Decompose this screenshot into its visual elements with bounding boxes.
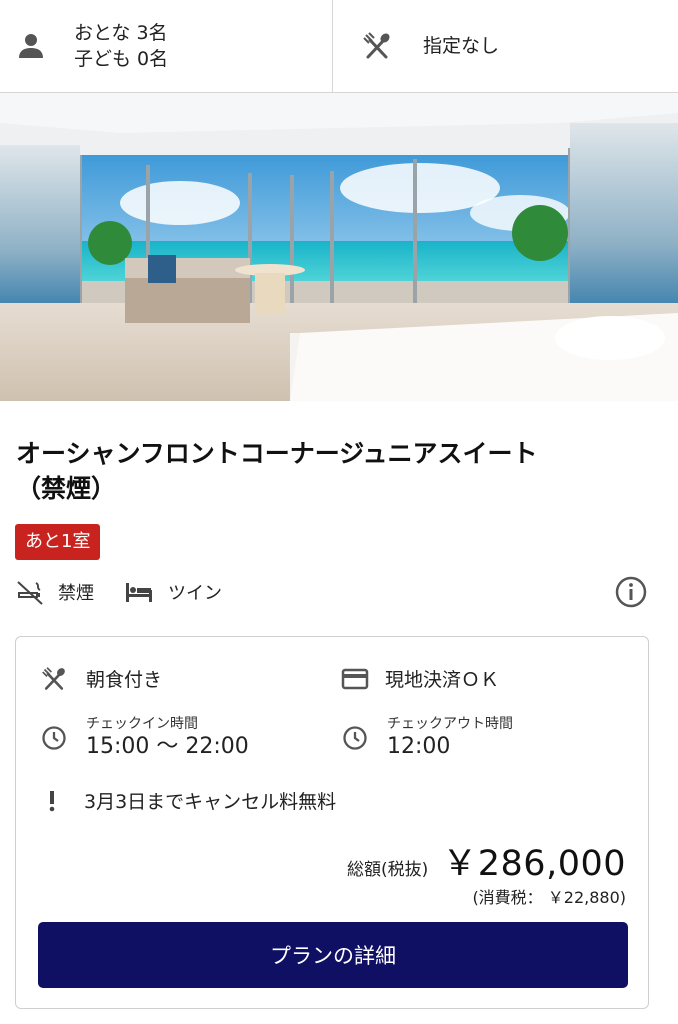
- plan-detail-button[interactable]: プランの詳細: [38, 922, 628, 988]
- total-price-row: 総額(税抜) ￥286,000: [347, 835, 626, 886]
- meal-label: 朝食付き: [86, 669, 163, 691]
- info-icon: [614, 575, 648, 609]
- guest-count-selector[interactable]: おとな 3名 子ども 0名: [0, 0, 333, 92]
- exclamation-icon: [42, 789, 62, 813]
- room-name-line2: （禁煙）: [16, 474, 117, 503]
- room-name: オーシャンフロントコーナージュニアスイート （禁煙）: [16, 436, 656, 506]
- payment-label: 現地決済ＯＫ: [385, 669, 500, 691]
- availability-badge: あと1室: [15, 524, 101, 560]
- no-smoking-icon: [16, 578, 44, 606]
- checkin-time: 15:00 〜 22:00: [86, 734, 249, 759]
- fork-knife-icon: [40, 666, 68, 692]
- adult-count: おとな 3名: [74, 22, 168, 44]
- room-name-line1: オーシャンフロントコーナージュニアスイート: [16, 439, 538, 468]
- checkin-caption: チェックイン時間: [86, 716, 198, 732]
- person-icon: [14, 29, 48, 63]
- room-photo-illustration: [0, 93, 678, 401]
- checkout-time: 12:00: [387, 734, 451, 759]
- room-info-button[interactable]: [612, 573, 650, 611]
- clock-icon: [341, 725, 369, 751]
- meal-filter-value: 指定なし: [423, 35, 500, 57]
- search-summary-bar: おとな 3名 子ども 0名 指定なし: [0, 0, 678, 93]
- bed-feature: ツイン: [124, 579, 222, 605]
- clock-icon: [40, 725, 68, 751]
- credit-card-icon: [341, 668, 369, 690]
- cancel-policy: 3月3日までキャンセル料無料: [42, 787, 336, 814]
- room-features: 禁煙 ツイン: [16, 574, 252, 610]
- bed-label: ツイン: [168, 583, 222, 604]
- tax-note: (消費税： ￥22,880): [472, 888, 626, 907]
- total-label: 総額(税抜): [347, 860, 429, 880]
- cancel-policy-text: 3月3日までキャンセル料無料: [84, 791, 337, 813]
- checkin-info: チェックイン時間 15:00 〜 22:00: [40, 715, 249, 761]
- checkout-info: チェックアウト時間 12:00: [341, 715, 513, 761]
- plan-card: 朝食付き 現地決済ＯＫ チェックイン時間 15:00 〜 22:00 チェックア…: [15, 636, 649, 1009]
- fork-knife-icon: [361, 30, 393, 62]
- total-price: ￥286,000: [442, 844, 626, 884]
- payment-info: 現地決済ＯＫ: [341, 665, 499, 692]
- smoking-feature: 禁煙: [16, 578, 94, 606]
- child-count: 子ども 0名: [74, 48, 169, 70]
- smoking-label: 禁煙: [58, 583, 94, 604]
- room-photo[interactable]: [0, 93, 678, 401]
- meal-filter-selector[interactable]: 指定なし: [333, 0, 678, 92]
- meal-info: 朝食付き: [40, 665, 162, 692]
- checkout-caption: チェックアウト時間: [387, 716, 513, 732]
- bed-icon: [124, 580, 154, 604]
